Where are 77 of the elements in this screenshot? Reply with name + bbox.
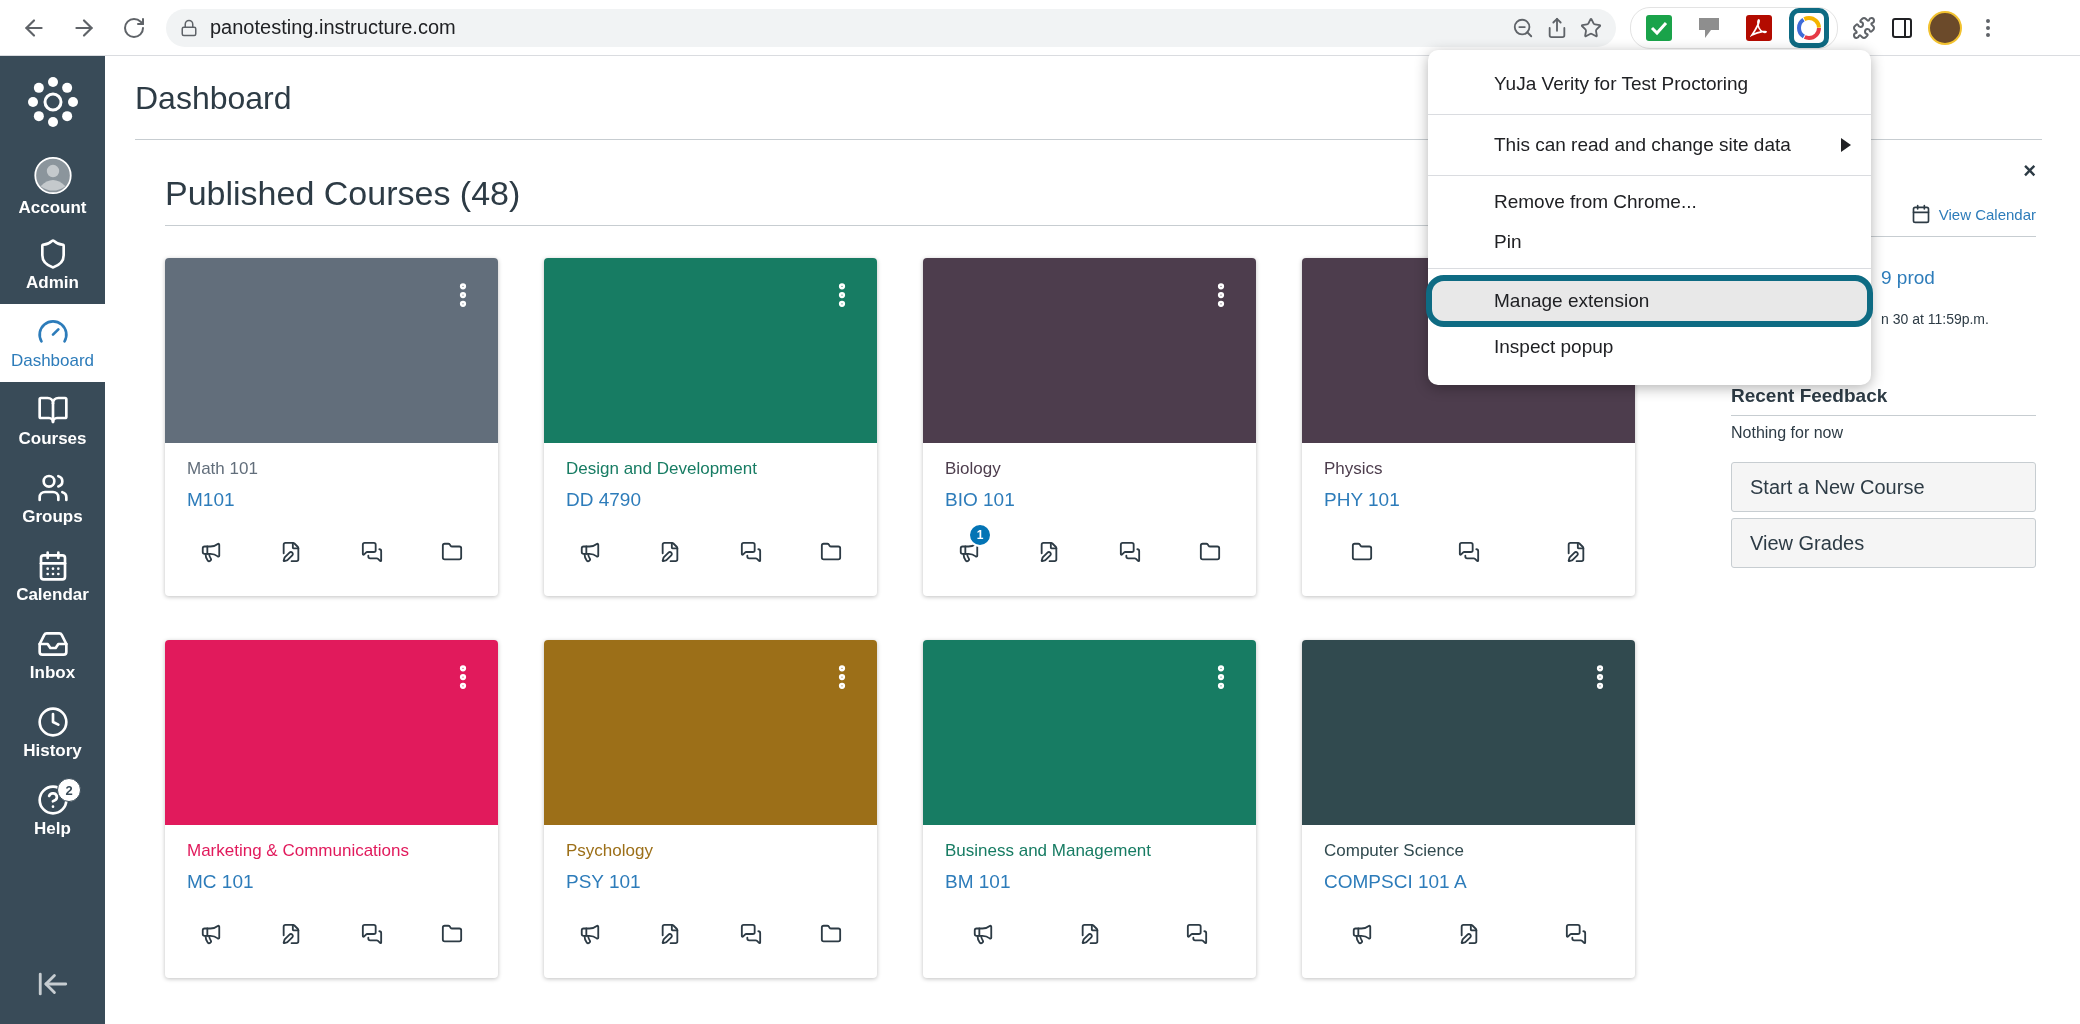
empty-message: Nothing for now — [1731, 424, 1845, 442]
course-code-link[interactable]: M101 — [187, 489, 476, 511]
course-name: Design and Development — [566, 459, 758, 479]
nav-item[interactable]: Calendar — [0, 538, 105, 616]
clock-icon — [36, 705, 69, 738]
logo-icon — [25, 75, 80, 129]
discussion-icon — [1118, 541, 1141, 563]
course-name: Computer Science — [1324, 841, 1465, 861]
megaphone-icon — [200, 923, 223, 945]
course-card[interactable]: Biology BIO 101 1 — [923, 258, 1256, 596]
course-card[interactable]: Psychology PSY 101 — [544, 640, 877, 978]
sidebar-button[interactable]: View Grades — [1731, 518, 2036, 568]
lock-icon — [180, 18, 198, 37]
course-card[interactable]: Computer Science COMPSCI 101 A — [1302, 640, 1635, 978]
calendar-icon — [1910, 204, 1931, 224]
todo-link[interactable]: 9 prod — [1881, 267, 2036, 289]
nav-item[interactable]: Help 2 — [0, 772, 105, 850]
profile-avatar[interactable] — [1928, 10, 1962, 45]
course-card[interactable]: Design and Development DD 4790 — [544, 258, 877, 596]
folder-icon — [440, 923, 463, 945]
submenu-arrow-icon — [1841, 138, 1851, 152]
view-calendar-link[interactable]: View Calendar — [1938, 205, 2036, 223]
course-code-link[interactable]: BM 101 — [945, 871, 1234, 893]
megaphone-icon — [579, 541, 602, 563]
swirl-extension-icon — [1796, 14, 1822, 41]
megaphone-icon — [1350, 923, 1373, 945]
nav-item[interactable]: Dashboard — [0, 304, 105, 382]
count-badge: 2 — [57, 778, 81, 802]
folder-icon — [1350, 541, 1373, 563]
due-date-text: n 30 at 11:59p.m. — [1881, 311, 1990, 327]
course-name: Physics — [1324, 459, 1384, 479]
discussion-icon — [739, 923, 762, 945]
megaphone-icon — [579, 923, 602, 945]
course-name: Biology — [945, 459, 1002, 479]
course-name: Business and Management — [945, 841, 1153, 861]
address-bar[interactable]: panotesting.instructure.com — [166, 8, 1616, 47]
nav-item[interactable]: Groups — [0, 460, 105, 538]
bookmark-star-icon[interactable] — [1580, 16, 1602, 39]
discussion-icon — [739, 541, 762, 563]
share-icon[interactable] — [1546, 16, 1568, 39]
course-name: Marketing & Communications — [187, 841, 411, 861]
course-card[interactable]: Math 101 M101 — [165, 258, 498, 596]
course-code-link[interactable]: PSY 101 — [566, 871, 855, 893]
count-badge: 1 — [968, 523, 993, 547]
megaphone-icon — [200, 541, 223, 563]
folder-icon — [440, 541, 463, 563]
nav-item[interactable]: Account — [0, 148, 105, 226]
nav-item[interactable]: Admin — [0, 226, 105, 304]
pdf-extension-icon — [1746, 14, 1772, 41]
course-code-link[interactable]: COMPSCI 101 A — [1324, 871, 1613, 893]
course-code-link[interactable]: BIO 101 — [945, 489, 1234, 511]
checkmark-extension-icon — [1646, 14, 1672, 41]
discussion-icon — [360, 541, 383, 563]
nav-item[interactable]: Courses — [0, 382, 105, 460]
extensions-icon[interactable] — [1852, 15, 1876, 40]
course-name: Math 101 — [187, 459, 259, 479]
course-code-link[interactable]: PHY 101 — [1324, 489, 1613, 511]
folder-icon — [819, 541, 842, 563]
course-name: Psychology — [566, 841, 654, 861]
discussion-icon — [360, 923, 383, 945]
discussion-icon — [1457, 541, 1480, 563]
course-code-link[interactable]: DD 4790 — [566, 489, 855, 511]
course-card[interactable]: Business and Management BM 101 — [923, 640, 1256, 978]
folder-icon — [1198, 541, 1221, 563]
megaphone-icon — [971, 923, 994, 945]
course-card[interactable]: Marketing & Communications MC 101 — [165, 640, 498, 978]
nav-item[interactable]: History — [0, 694, 105, 772]
reload-icon[interactable] — [122, 15, 146, 40]
zoom-icon[interactable] — [1512, 16, 1534, 39]
folder-icon — [819, 923, 842, 945]
close-button[interactable]: × — [2023, 158, 2036, 184]
side-panel-icon[interactable] — [1890, 15, 1914, 40]
nav-item[interactable]: Inbox — [0, 616, 105, 694]
sidebar-button[interactable]: Start a New Course — [1731, 462, 2036, 512]
discussion-icon — [1564, 923, 1587, 945]
discussion-icon — [1185, 923, 1208, 945]
course-code-link[interactable]: MC 101 — [187, 871, 476, 893]
